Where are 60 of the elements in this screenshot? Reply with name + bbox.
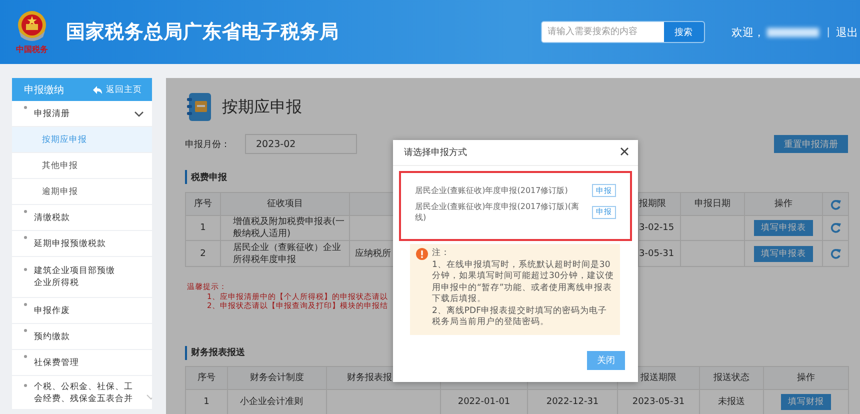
logout-link[interactable]: 退出 [836, 24, 858, 40]
sidebar-item[interactable]: 按期应申报 [12, 127, 152, 153]
back-arrow-icon [92, 84, 102, 94]
site-title: 国家税务总局广东省电子税务局 [66, 20, 339, 45]
sidebar-item[interactable]: 其他申报 [12, 153, 152, 179]
refresh-icon [829, 221, 842, 234]
sidebar-item[interactable]: 预约缴款 [12, 324, 152, 350]
separator: | [826, 26, 830, 38]
fill-form-button[interactable]: 填写申报表 [754, 246, 813, 262]
column-header: 征收项目 [221, 193, 350, 216]
table-cell: 2023-05-31 [618, 390, 700, 414]
table-cell: 居民企业（查账征收）企业所得税年度申报 [221, 241, 350, 267]
sidebar-item[interactable]: 个税、公积金、社保、工会经费、残保金五表合并 [12, 376, 152, 409]
sidebar-item[interactable]: 社保费管理 [12, 350, 152, 376]
sidebar-title: 申报缴纳 [24, 84, 64, 96]
sidebar-item[interactable]: 申报作废 [12, 298, 152, 324]
column-header: 申报日期 [681, 193, 745, 216]
month-label: 申报月份： [185, 138, 231, 150]
column-header: 操作 [745, 193, 823, 216]
column-header: 报期限 [639, 193, 681, 216]
fill-form-button[interactable]: 填写申报表 [754, 220, 813, 236]
month-field[interactable]: 2023-02 [245, 134, 357, 154]
table-cell: 未报送 [700, 390, 764, 414]
table-cell: 2022-12-31 [528, 390, 618, 414]
table-cell: 3-05-31 [639, 241, 681, 267]
blurred-name [766, 28, 819, 36]
emblem-icon [15, 9, 49, 43]
search-button[interactable]: 搜索 [664, 22, 704, 42]
note-text: 2、离线PDF申报表提交时填写的密码为电子税务局当前用户的登陆密码。 [432, 306, 608, 328]
notebook-icon [185, 92, 213, 122]
reset-button[interactable]: 重置申报清册 [774, 135, 848, 153]
back-home-link[interactable]: 返回主页 [92, 84, 142, 96]
search-field[interactable]: 请输入需要搜索的内容 搜索 [540, 21, 705, 43]
dialog-title: 请选择申报方式 [404, 146, 467, 159]
column-header: 序号 [186, 366, 228, 390]
table-cell: 2022-01-01 [441, 390, 528, 414]
sidebar-item[interactable]: 建筑企业项目部预缴企业所得税 [12, 257, 152, 298]
sidebar-item[interactable]: 逾期申报 [12, 179, 152, 205]
table-cell: 3-02-15 [639, 215, 681, 241]
option-label: 居民企业(查账征收)年度申报(2017修订版) [415, 185, 569, 196]
option-label: 居民企业(查账征收)年度申报(2017修订版)(离线) [415, 201, 580, 223]
fill-report-button[interactable]: 填写财报 [781, 394, 831, 410]
warning-icon [416, 248, 428, 260]
table-cell: 1 [186, 215, 221, 241]
column-header: 报送状态 [700, 366, 764, 390]
table-cell: 1 [186, 390, 228, 414]
sidebar-item[interactable]: 清缴税款 [12, 205, 152, 231]
table-cell: 增值税及附加税费申报表(一般纳税人适用) [221, 215, 350, 241]
column-header: 财务会计制度 [228, 366, 327, 390]
note-title: 注： [432, 248, 451, 260]
table-cell: 2 [186, 241, 221, 267]
welcome-text: 欢迎， [732, 24, 765, 40]
table-cell: 小企业会计准则 [228, 390, 327, 414]
refresh-icon [829, 247, 842, 260]
page-title: 按期应申报 [222, 96, 302, 118]
logo-text: 中国税务 [16, 44, 48, 55]
sidebar-item[interactable]: 延期申报预缴税款 [12, 231, 152, 257]
refresh-icon [829, 198, 842, 210]
column-header: 序号 [186, 193, 221, 216]
column-header: 操作 [764, 366, 849, 390]
